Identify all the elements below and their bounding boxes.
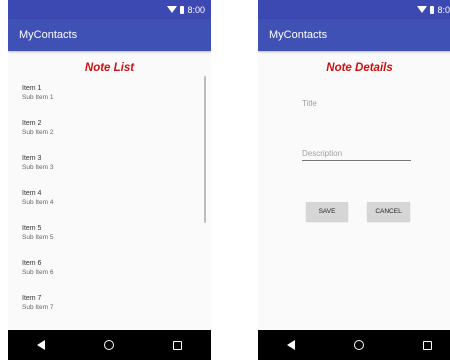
back-icon[interactable] <box>287 340 296 350</box>
status-time: 8:00 <box>187 4 205 15</box>
list-item-title: Item 5 <box>22 225 42 232</box>
list-item-subtitle: Sub Item 5 <box>22 234 54 241</box>
list-item[interactable]: Item 6 Sub Item 6 <box>22 259 201 294</box>
note-list-screen: 8:00 MyContacts Note List Item 1 Sub Ite… <box>8 0 211 360</box>
list-scrollbar[interactable] <box>204 76 206 223</box>
app-title: MyContacts <box>19 29 78 41</box>
title-field[interactable]: Title <box>302 99 411 108</box>
recents-icon[interactable] <box>422 340 432 350</box>
list-item-title: Item 2 <box>22 120 42 127</box>
note-details-heading: Note Details <box>326 62 393 74</box>
note-list: Item 1 Sub Item 1 Item 2 Sub Item 2 Item… <box>22 84 201 329</box>
status-bar: 8:00 <box>8 0 211 19</box>
list-item[interactable]: Item 7 Sub Item 7 <box>22 294 201 329</box>
list-item[interactable]: Item 2 Sub Item 2 <box>22 119 201 154</box>
list-item-title: Item 1 <box>22 85 42 92</box>
list-item[interactable]: Item 4 Sub Item 4 <box>22 189 201 224</box>
list-item-title: Item 7 <box>22 295 42 302</box>
save-button[interactable]: SAVE <box>306 202 348 221</box>
status-time: 8:00 <box>437 4 450 15</box>
list-item-title: Item 6 <box>22 260 42 267</box>
app-title: MyContacts <box>269 29 328 41</box>
wifi-icon <box>417 6 428 13</box>
list-item[interactable]: Item 5 Sub Item 5 <box>22 224 201 259</box>
note-details-screen: 8:00 MyContacts Note Details Title Descr… <box>258 0 450 360</box>
list-item-subtitle: Sub Item 6 <box>22 269 54 276</box>
list-item-subtitle: Sub Item 7 <box>22 304 54 311</box>
list-item-subtitle: Sub Item 3 <box>22 164 54 171</box>
list-item-title: Item 4 <box>22 190 42 197</box>
app-bar: MyContacts <box>258 19 450 51</box>
app-bar: MyContacts <box>8 19 211 51</box>
title-placeholder: Title <box>302 99 317 108</box>
list-item[interactable]: Item 3 Sub Item 3 <box>22 154 201 189</box>
home-icon[interactable] <box>103 340 114 350</box>
list-item[interactable]: Item 1 Sub Item 1 <box>22 84 201 119</box>
status-bar: 8:00 <box>258 0 450 19</box>
list-item-subtitle: Sub Item 4 <box>22 199 54 206</box>
description-placeholder: Description <box>302 149 343 158</box>
list-item-title: Item 3 <box>22 155 42 162</box>
navigation-bar <box>258 330 450 360</box>
wifi-icon <box>167 6 178 13</box>
battery-icon <box>430 5 435 14</box>
back-icon[interactable] <box>37 340 46 350</box>
list-item-subtitle: Sub Item 1 <box>22 94 54 101</box>
battery-icon <box>180 5 185 14</box>
description-field[interactable]: Description <box>302 149 411 161</box>
home-icon[interactable] <box>353 340 364 350</box>
cancel-button[interactable]: CANCEL <box>367 202 410 221</box>
note-list-heading: Note List <box>84 62 135 74</box>
recents-icon[interactable] <box>172 340 182 350</box>
list-item-subtitle: Sub Item 2 <box>22 129 54 136</box>
navigation-bar <box>8 330 211 360</box>
